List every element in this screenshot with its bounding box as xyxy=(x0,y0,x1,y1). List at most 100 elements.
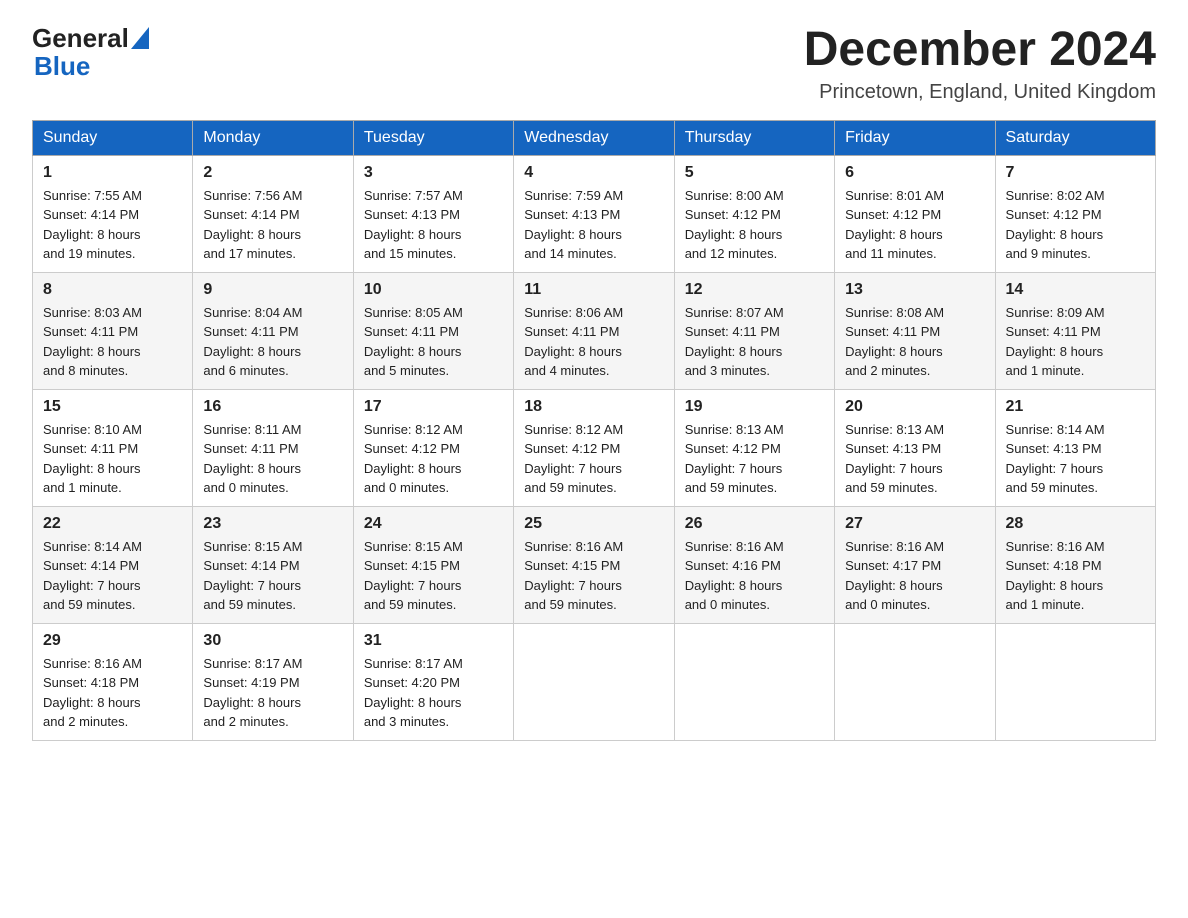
calendar-cell: 13 Sunrise: 8:08 AMSunset: 4:11 PMDayligh… xyxy=(835,272,995,389)
calendar-week-row: 29 Sunrise: 8:16 AMSunset: 4:18 PMDayligh… xyxy=(33,623,1156,740)
day-number: 2 xyxy=(203,164,342,182)
calendar-cell xyxy=(674,623,834,740)
day-info: Sunrise: 8:04 AMSunset: 4:11 PMDaylight:… xyxy=(203,303,342,381)
calendar-cell: 31Sunrise: 8:17 AMSunset: 4:20 PMDayligh… xyxy=(353,623,513,740)
day-info: Sunrise: 8:13 AMSunset: 4:12 PMDaylight:… xyxy=(685,420,824,498)
day-of-week-header: Tuesday xyxy=(353,120,513,155)
calendar-cell: 10 Sunrise: 8:05 AMSunset: 4:11 PMDayligh… xyxy=(353,272,513,389)
calendar-cell: 17Sunrise: 8:12 AMSunset: 4:12 PMDayligh… xyxy=(353,389,513,506)
day-info: Sunrise: 8:07 AMSunset: 4:11 PMDaylight:… xyxy=(685,303,824,381)
day-info: Sunrise: 8:15 AMSunset: 4:14 PMDaylight:… xyxy=(203,537,342,615)
day-number: 19 xyxy=(685,398,824,416)
calendar-cell: 20 Sunrise: 8:13 AMSunset: 4:13 PMDayligh… xyxy=(835,389,995,506)
day-of-week-header: Saturday xyxy=(995,120,1155,155)
day-info: Sunrise: 8:16 AMSunset: 4:16 PMDaylight:… xyxy=(685,537,824,615)
day-number: 23 xyxy=(203,515,342,533)
day-info: Sunrise: 8:13 AMSunset: 4:13 PMDaylight:… xyxy=(845,420,984,498)
day-info: Sunrise: 8:10 AMSunset: 4:11 PMDaylight:… xyxy=(43,420,182,498)
day-info: Sunrise: 8:16 AMSunset: 4:15 PMDaylight:… xyxy=(524,537,663,615)
day-info: Sunrise: 7:55 AMSunset: 4:14 PMDaylight:… xyxy=(43,186,182,264)
day-info: Sunrise: 7:56 AMSunset: 4:14 PMDaylight:… xyxy=(203,186,342,264)
day-number: 17 xyxy=(364,398,503,416)
day-number: 14 xyxy=(1006,281,1145,299)
calendar-cell: 28Sunrise: 8:16 AMSunset: 4:18 PMDayligh… xyxy=(995,506,1155,623)
day-info: Sunrise: 8:14 AMSunset: 4:14 PMDaylight:… xyxy=(43,537,182,615)
calendar-cell: 18 Sunrise: 8:12 AMSunset: 4:12 PMDayligh… xyxy=(514,389,674,506)
day-number: 3 xyxy=(364,164,503,182)
calendar-week-row: 22Sunrise: 8:14 AMSunset: 4:14 PMDayligh… xyxy=(33,506,1156,623)
day-number: 4 xyxy=(524,164,663,182)
calendar-cell: 3 Sunrise: 7:57 AMSunset: 4:13 PMDaylight… xyxy=(353,155,513,272)
day-number: 6 xyxy=(845,164,984,182)
day-info: Sunrise: 8:17 AMSunset: 4:20 PMDaylight:… xyxy=(364,654,503,732)
logo-area: General Blue xyxy=(32,24,149,82)
calendar-cell: 26 Sunrise: 8:16 AMSunset: 4:16 PMDayligh… xyxy=(674,506,834,623)
day-info: Sunrise: 8:16 AMSunset: 4:17 PMDaylight:… xyxy=(845,537,984,615)
day-info: Sunrise: 8:17 AMSunset: 4:19 PMDaylight:… xyxy=(203,654,342,732)
day-number: 18 xyxy=(524,398,663,416)
day-of-week-header: Sunday xyxy=(33,120,193,155)
calendar-cell: 19 Sunrise: 8:13 AMSunset: 4:12 PMDayligh… xyxy=(674,389,834,506)
day-info: Sunrise: 8:00 AMSunset: 4:12 PMDaylight:… xyxy=(685,186,824,264)
day-number: 21 xyxy=(1006,398,1145,416)
day-of-week-header: Wednesday xyxy=(514,120,674,155)
logo-triangle-icon xyxy=(131,27,149,49)
day-number: 10 xyxy=(364,281,503,299)
day-of-week-header: Monday xyxy=(193,120,353,155)
calendar-cell: 5Sunrise: 8:00 AMSunset: 4:12 PMDaylight… xyxy=(674,155,834,272)
day-info: Sunrise: 8:03 AMSunset: 4:11 PMDaylight:… xyxy=(43,303,182,381)
calendar-cell: 21 Sunrise: 8:14 AMSunset: 4:13 PMDayligh… xyxy=(995,389,1155,506)
day-info: Sunrise: 7:57 AMSunset: 4:13 PMDaylight:… xyxy=(364,186,503,264)
day-number: 25 xyxy=(524,515,663,533)
calendar-week-row: 8 Sunrise: 8:03 AMSunset: 4:11 PMDaylight… xyxy=(33,272,1156,389)
month-title: December 2024 xyxy=(804,24,1156,77)
calendar-header-row: SundayMondayTuesdayWednesdayThursdayFrid… xyxy=(33,120,1156,155)
day-number: 13 xyxy=(845,281,984,299)
day-info: Sunrise: 8:16 AMSunset: 4:18 PMDaylight:… xyxy=(1006,537,1145,615)
day-number: 8 xyxy=(43,281,182,299)
day-info: Sunrise: 8:06 AMSunset: 4:11 PMDaylight:… xyxy=(524,303,663,381)
day-info: Sunrise: 7:59 AMSunset: 4:13 PMDaylight:… xyxy=(524,186,663,264)
calendar-cell: 2 Sunrise: 7:56 AMSunset: 4:14 PMDaylight… xyxy=(193,155,353,272)
day-number: 12 xyxy=(685,281,824,299)
day-info: Sunrise: 8:14 AMSunset: 4:13 PMDaylight:… xyxy=(1006,420,1145,498)
day-number: 20 xyxy=(845,398,984,416)
calendar-cell: 9 Sunrise: 8:04 AMSunset: 4:11 PMDaylight… xyxy=(193,272,353,389)
calendar-cell xyxy=(835,623,995,740)
calendar-cell: 15 Sunrise: 8:10 AMSunset: 4:11 PMDayligh… xyxy=(33,389,193,506)
calendar-cell: 11 Sunrise: 8:06 AMSunset: 4:11 PMDayligh… xyxy=(514,272,674,389)
day-number: 15 xyxy=(43,398,182,416)
calendar-cell: 23 Sunrise: 8:15 AMSunset: 4:14 PMDayligh… xyxy=(193,506,353,623)
day-info: Sunrise: 8:15 AMSunset: 4:15 PMDaylight:… xyxy=(364,537,503,615)
logo-blue-label: Blue xyxy=(34,51,90,81)
day-info: Sunrise: 8:12 AMSunset: 4:12 PMDaylight:… xyxy=(524,420,663,498)
day-info: Sunrise: 8:16 AMSunset: 4:18 PMDaylight:… xyxy=(43,654,182,732)
day-info: Sunrise: 8:05 AMSunset: 4:11 PMDaylight:… xyxy=(364,303,503,381)
day-number: 1 xyxy=(43,164,182,182)
day-number: 26 xyxy=(685,515,824,533)
calendar-cell: 25 Sunrise: 8:16 AMSunset: 4:15 PMDayligh… xyxy=(514,506,674,623)
logo: General Blue xyxy=(32,24,149,82)
calendar-cell: 12 Sunrise: 8:07 AMSunset: 4:11 PMDayligh… xyxy=(674,272,834,389)
calendar-cell: 8 Sunrise: 8:03 AMSunset: 4:11 PMDaylight… xyxy=(33,272,193,389)
calendar-cell: 24Sunrise: 8:15 AMSunset: 4:15 PMDayligh… xyxy=(353,506,513,623)
day-info: Sunrise: 8:08 AMSunset: 4:11 PMDaylight:… xyxy=(845,303,984,381)
day-info: Sunrise: 8:11 AMSunset: 4:11 PMDaylight:… xyxy=(203,420,342,498)
title-area: December 2024 Princetown, England, Unite… xyxy=(804,24,1156,104)
calendar-cell: 27Sunrise: 8:16 AMSunset: 4:17 PMDayligh… xyxy=(835,506,995,623)
calendar-cell: 7 Sunrise: 8:02 AMSunset: 4:12 PMDaylight… xyxy=(995,155,1155,272)
day-number: 16 xyxy=(203,398,342,416)
day-info: Sunrise: 8:01 AMSunset: 4:12 PMDaylight:… xyxy=(845,186,984,264)
calendar-cell: 29 Sunrise: 8:16 AMSunset: 4:18 PMDayligh… xyxy=(33,623,193,740)
calendar-cell: 16 Sunrise: 8:11 AMSunset: 4:11 PMDayligh… xyxy=(193,389,353,506)
calendar-cell xyxy=(995,623,1155,740)
day-info: Sunrise: 8:09 AMSunset: 4:11 PMDaylight:… xyxy=(1006,303,1145,381)
calendar-week-row: 1 Sunrise: 7:55 AMSunset: 4:14 PMDaylight… xyxy=(33,155,1156,272)
day-number: 7 xyxy=(1006,164,1145,182)
day-number: 9 xyxy=(203,281,342,299)
day-number: 29 xyxy=(43,632,182,650)
calendar-week-row: 15 Sunrise: 8:10 AMSunset: 4:11 PMDayligh… xyxy=(33,389,1156,506)
day-info: Sunrise: 8:02 AMSunset: 4:12 PMDaylight:… xyxy=(1006,186,1145,264)
day-of-week-header: Thursday xyxy=(674,120,834,155)
day-number: 11 xyxy=(524,281,663,299)
